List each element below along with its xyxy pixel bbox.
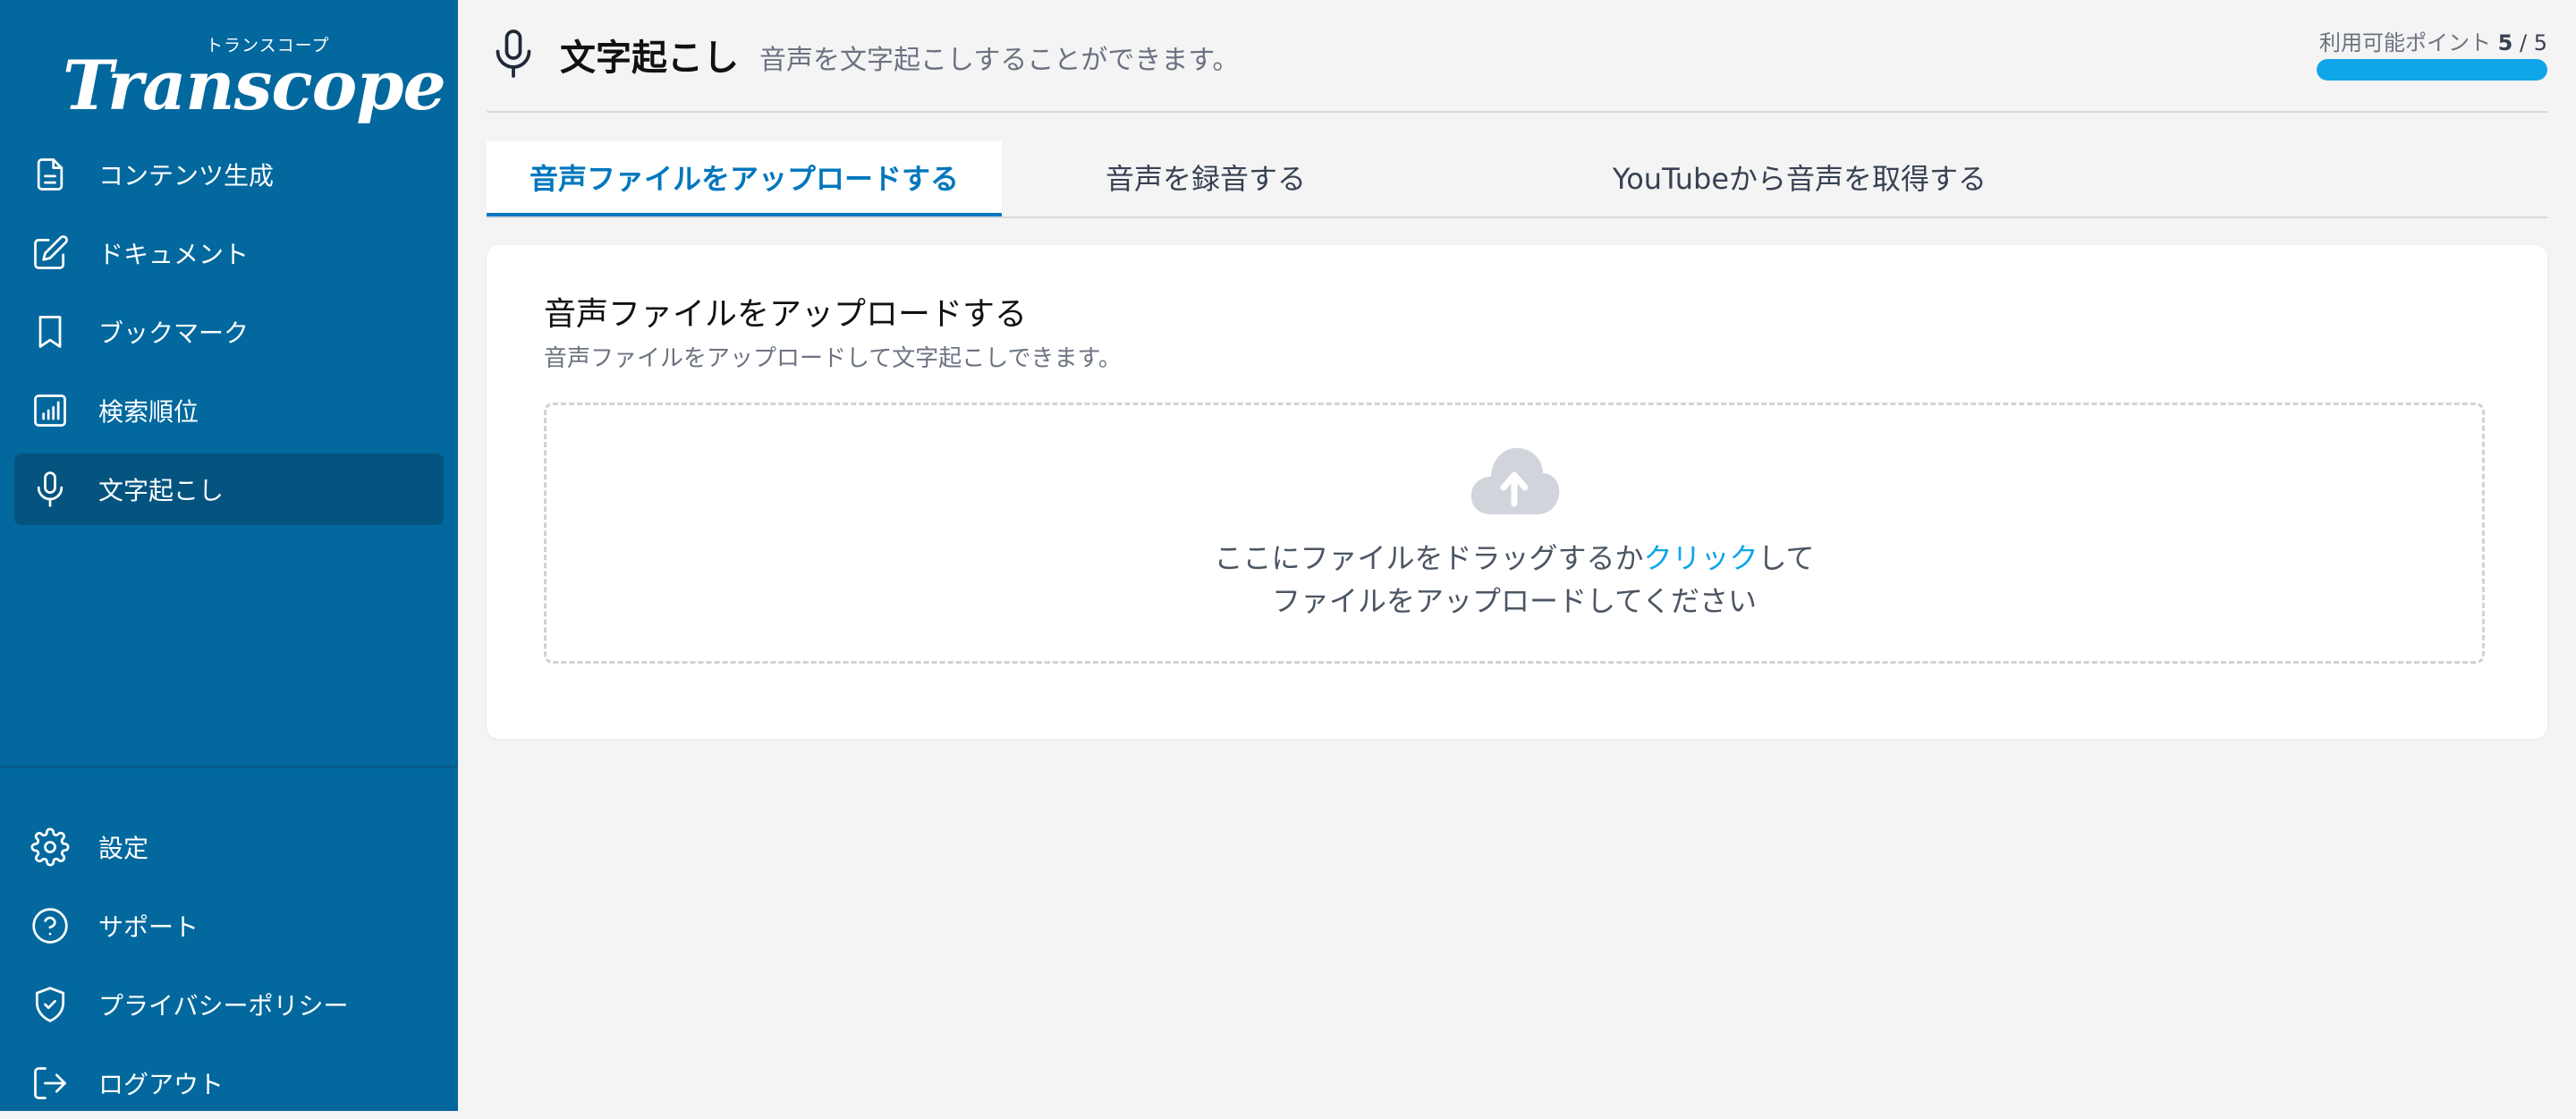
- points-total: 5: [2533, 30, 2547, 55]
- dropzone-instruction: ここにファイルをドラッグするかクリックして: [547, 536, 2482, 577]
- points-used: 5: [2497, 30, 2513, 55]
- sidebar-item-transcription[interactable]: 文字起こし: [14, 454, 444, 525]
- points-indicator: 利用可能ポイント 5 / 5: [2319, 25, 2547, 56]
- logout-icon: [30, 1064, 70, 1103]
- cloud-upload-icon: [1468, 445, 1561, 516]
- sidebar-item-bookmarks[interactable]: ブックマーク: [14, 296, 444, 368]
- bookmark-icon: [30, 312, 70, 352]
- chart-icon: [30, 391, 70, 430]
- sidebar-item-label: 設定: [98, 834, 149, 863]
- points-progress-fill: [2317, 59, 2547, 81]
- tab-youtube-audio[interactable]: YouTubeから音声を取得する: [1496, 141, 2104, 213]
- page-header: 文字起こし 音声を文字起こしすることができます。 利用可能ポイント 5 / 5: [487, 0, 2547, 113]
- shield-icon: [30, 985, 70, 1024]
- sidebar-item-label: サポート: [98, 912, 199, 942]
- sidebar-item-label: ログアウト: [98, 1070, 225, 1099]
- sidebar-item-logout[interactable]: ログアウト: [14, 1047, 444, 1119]
- tab-record-audio[interactable]: 音声を録音する: [1002, 141, 1410, 213]
- sidebar-item-documents[interactable]: ドキュメント: [14, 217, 444, 289]
- sidebar-item-search-ranking[interactable]: 検索順位: [14, 375, 444, 446]
- microphone-icon: [30, 470, 70, 509]
- dropzone-instruction-line2: ファイルをアップロードしてください: [1271, 584, 1758, 618]
- points-progress-bar: [2317, 59, 2547, 81]
- brand-name: Transcope: [63, 46, 446, 125]
- sidebar-item-label: プライバシーポリシー: [98, 991, 349, 1021]
- points-label: 利用可能ポイント: [2319, 30, 2491, 55]
- microphone-icon: [487, 27, 540, 81]
- gear-icon: [30, 827, 70, 867]
- document-icon: [30, 155, 70, 194]
- points-separator: /: [2519, 30, 2528, 55]
- upload-card: 音声ファイルをアップロードする 音声ファイルをアップロードして文字起こしできます…: [487, 245, 2547, 739]
- tab-bar: 音声ファイルをアップロードする 音声を録音する YouTubeから音声を取得する: [487, 141, 2547, 218]
- brand-logo[interactable]: トランスコープ Transcope: [63, 27, 446, 120]
- sidebar-item-label: 文字起こし: [98, 476, 225, 505]
- tab-upload-audio[interactable]: 音声ファイルをアップロードする: [487, 141, 1002, 216]
- sidebar-item-content-generation[interactable]: コンテンツ生成: [14, 139, 444, 210]
- page-subtitle: 音声を文字起こしすることができます。: [759, 45, 1240, 76]
- help-icon: [30, 906, 70, 945]
- card-subtitle: 音声ファイルをアップロードして文字起こしできます。: [544, 345, 1122, 372]
- sidebar-item-settings[interactable]: 設定: [14, 811, 444, 883]
- file-dropzone[interactable]: ここにファイルをドラッグするかクリックして ファイルをアップロードしてください: [544, 403, 2485, 664]
- sidebar: トランスコープ Transcope コンテンツ生成 ドキュメント ブックマーク …: [0, 0, 458, 1111]
- edit-icon: [30, 233, 70, 273]
- dropzone-text: ここにファイルをドラッグするか: [1214, 541, 1644, 575]
- sidebar-item-support[interactable]: サポート: [14, 890, 444, 962]
- card-title: 音声ファイルをアップロードする: [544, 296, 1028, 333]
- sidebar-item-privacy-policy[interactable]: プライバシーポリシー: [14, 969, 444, 1040]
- dropzone-click-link[interactable]: クリック: [1643, 541, 1758, 575]
- dropzone-text: して: [1758, 541, 1815, 575]
- sidebar-item-label: コンテンツ生成: [98, 161, 275, 191]
- page-title: 文字起こし: [560, 38, 739, 79]
- sidebar-item-label: 検索順位: [98, 397, 199, 427]
- sidebar-item-label: ドキュメント: [98, 240, 250, 269]
- sidebar-item-label: ブックマーク: [98, 318, 250, 348]
- sidebar-divider: [0, 766, 458, 767]
